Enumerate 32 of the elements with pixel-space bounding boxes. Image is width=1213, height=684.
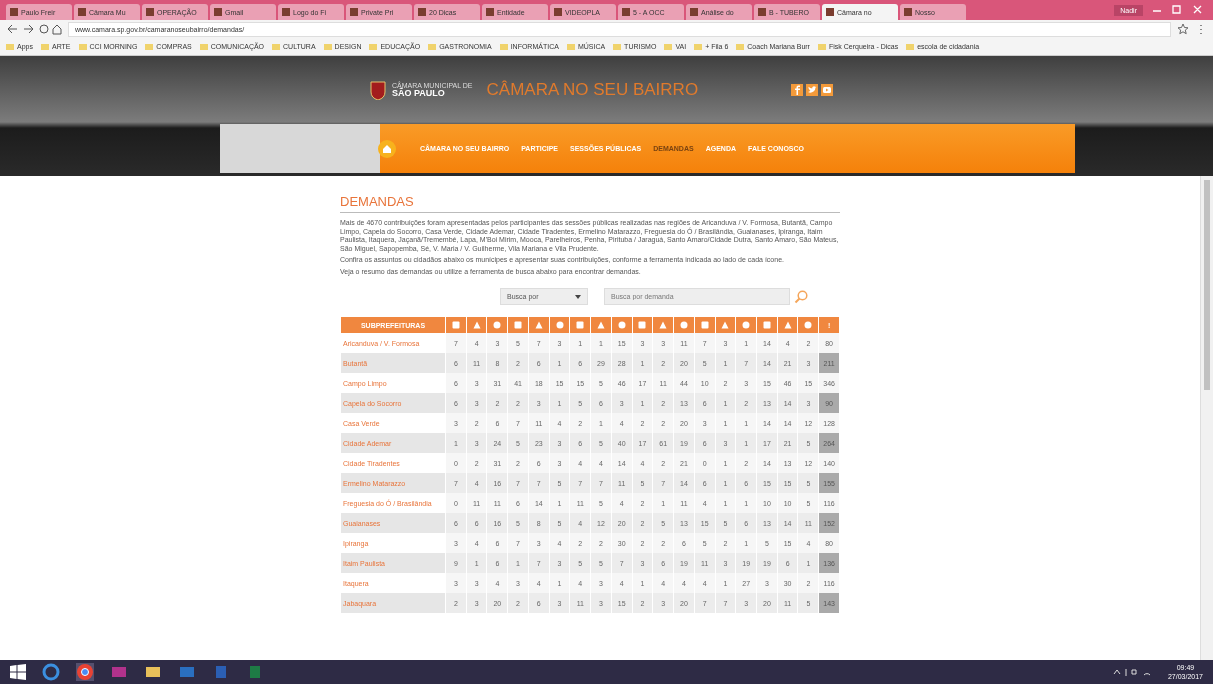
category-icon [679, 320, 688, 329]
category-icon [721, 320, 730, 329]
navigation-icon[interactable] [6, 23, 62, 35]
crest-icon [370, 80, 386, 100]
category-icon [555, 320, 564, 329]
logo-text: SÃO PAULO [392, 89, 446, 98]
category-icon [534, 320, 543, 329]
category-icon [783, 320, 792, 329]
category-icon [472, 320, 481, 329]
category-icon [742, 320, 751, 329]
home-icon[interactable] [376, 137, 398, 160]
browser-icon[interactable] [76, 663, 94, 681]
category-icon [659, 320, 668, 329]
windows-icon[interactable] [10, 664, 26, 680]
category-icon [700, 320, 709, 329]
facebook-icon[interactable] [791, 84, 803, 96]
site-title: CÂMARA NO SEU BAIRRO [486, 80, 699, 100]
category-icon [514, 320, 523, 329]
video-icon[interactable] [821, 84, 833, 96]
category-icon [493, 320, 502, 329]
category-icon [597, 320, 605, 329]
page-heading: DEMANDAS [340, 194, 840, 213]
category-icon [804, 320, 813, 329]
category-icon [762, 320, 771, 329]
category-icon [638, 320, 647, 329]
browser-icon[interactable] [42, 663, 60, 681]
category-icon [617, 320, 626, 329]
search-icon[interactable] [794, 289, 808, 304]
tray-icon[interactable] [1111, 667, 1152, 677]
category-icon [451, 320, 460, 329]
twitter-icon[interactable] [806, 84, 818, 96]
category-icon [576, 320, 585, 329]
